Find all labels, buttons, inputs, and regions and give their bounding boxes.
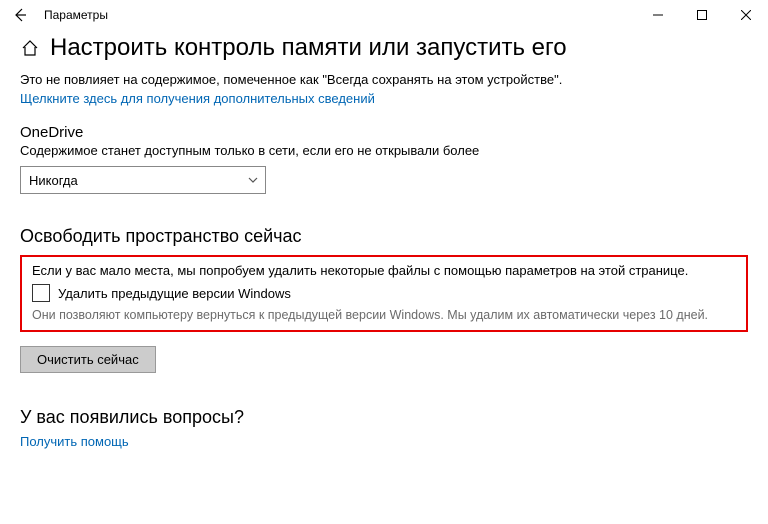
window-controls [636, 0, 768, 30]
dropdown-value: Никогда [29, 173, 78, 188]
onedrive-subtext: Содержимое станет доступным только в сет… [20, 143, 748, 158]
onedrive-dropdown[interactable]: Никогда [20, 166, 266, 194]
maximize-button[interactable] [680, 0, 724, 30]
minimize-button[interactable] [636, 0, 680, 30]
freeup-note: Они позволяют компьютеру вернуться к пре… [32, 308, 736, 322]
back-button[interactable] [8, 3, 32, 27]
get-help-link[interactable]: Получить помощь [20, 434, 129, 449]
delete-previous-windows-checkbox[interactable] [32, 284, 50, 302]
close-button[interactable] [724, 0, 768, 30]
freeup-intro: Если у вас мало места, мы попробуем удал… [32, 263, 736, 278]
page-content: Настроить контроль памяти или запустить … [0, 30, 768, 449]
home-icon[interactable] [20, 38, 40, 58]
chevron-down-icon [247, 174, 259, 186]
clean-now-button[interactable]: Очистить сейчас [20, 346, 156, 373]
close-icon [741, 10, 751, 20]
freeup-title: Освободить пространство сейчас [20, 226, 748, 247]
more-info-link[interactable]: Щелкните здесь для получения дополнитель… [20, 91, 375, 106]
checkbox-label: Удалить предыдущие версии Windows [58, 286, 291, 301]
checkbox-row: Удалить предыдущие версии Windows [32, 284, 736, 302]
help-title: У вас появились вопросы? [20, 407, 748, 428]
onedrive-label: OneDrive [20, 124, 748, 141]
highlight-box: Если у вас мало места, мы попробуем удал… [20, 255, 748, 332]
arrow-left-icon [13, 8, 27, 22]
minimize-icon [653, 10, 663, 20]
heading-row: Настроить контроль памяти или запустить … [20, 34, 748, 62]
page-description: Это не повлияет на содержимое, помеченно… [20, 72, 748, 87]
window-title: Параметры [44, 8, 108, 22]
page-title: Настроить контроль памяти или запустить … [50, 34, 567, 62]
maximize-icon [697, 10, 707, 20]
